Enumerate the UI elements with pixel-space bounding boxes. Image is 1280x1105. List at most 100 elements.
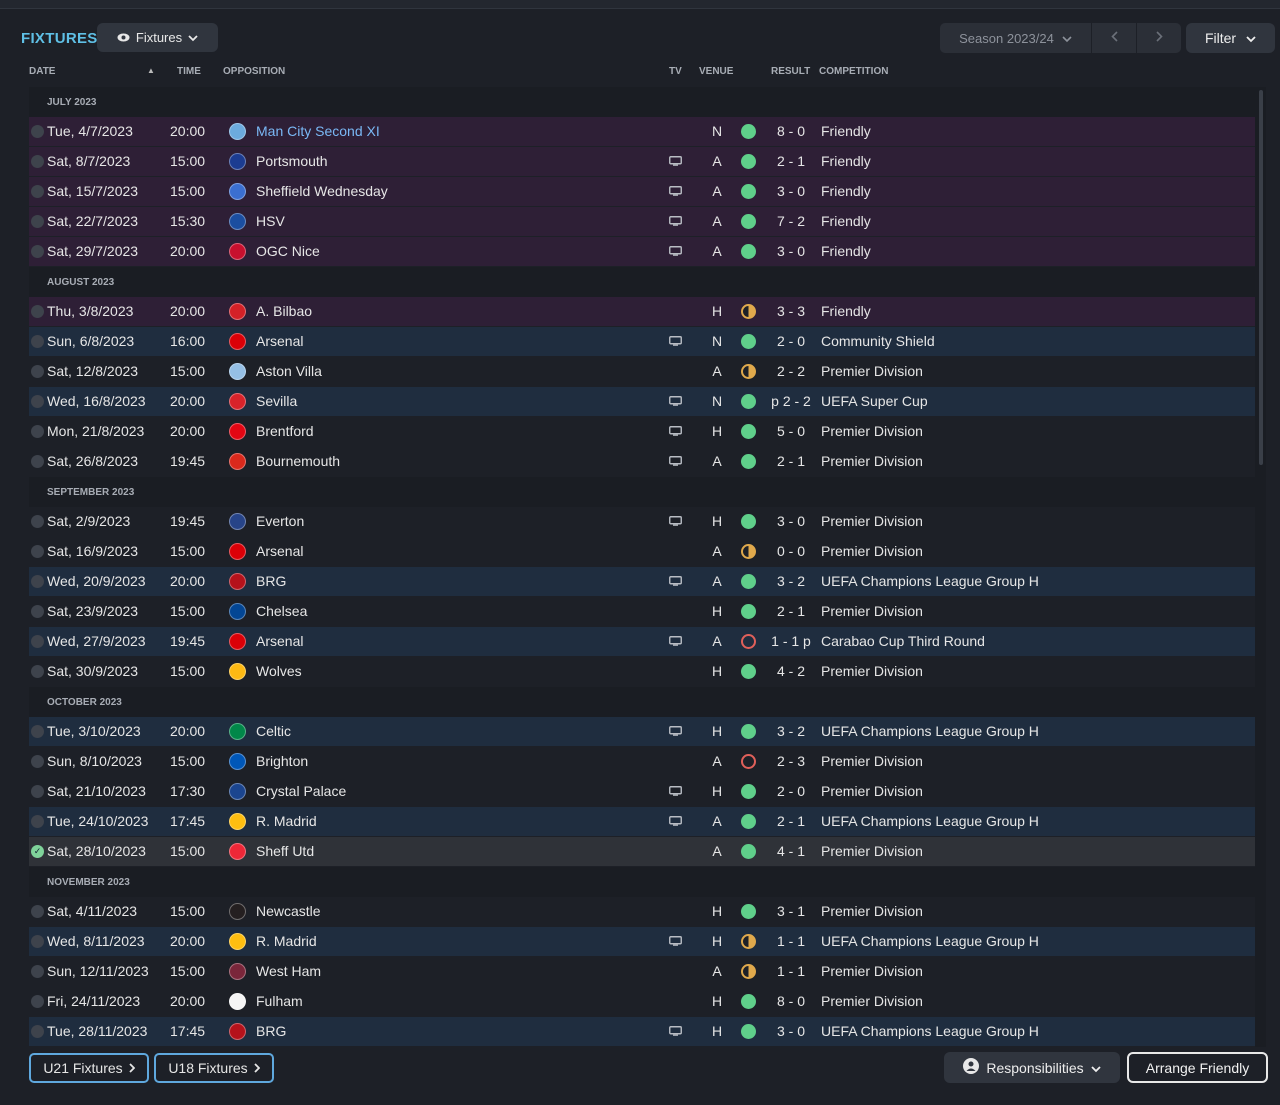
competition-name[interactable]: Community Shield [821, 327, 935, 356]
competition-name[interactable]: UEFA Champions League Group H [821, 807, 1039, 836]
opposition-name[interactable]: Bournemouth [256, 447, 340, 476]
competition-name[interactable]: Premier Division [821, 777, 923, 806]
score[interactable]: p 2 - 2 [765, 387, 817, 416]
competition-name[interactable]: Friendly [821, 237, 871, 266]
competition-name[interactable]: UEFA Champions League Group H [821, 717, 1039, 746]
previous-season-button[interactable] [1092, 23, 1136, 53]
fixture-row[interactable]: ✓ Sat, 28/10/2023 15:00 Sheff Utd A 4 - 1 Prem… [29, 837, 1255, 867]
competition-name[interactable]: Premier Division [821, 657, 923, 686]
responsibilities-button[interactable]: Responsibilities [944, 1052, 1120, 1083]
opposition-name[interactable]: Arsenal [256, 327, 303, 356]
fixture-row[interactable]: Sat, 16/9/2023 15:00 Arsenal A 0 - 0 Premier … [29, 537, 1255, 567]
score[interactable]: 4 - 1 [765, 837, 817, 866]
opposition-name[interactable]: Sheffield Wednesday [256, 177, 388, 206]
competition-name[interactable]: Premier Division [821, 507, 923, 536]
competition-name[interactable]: Friendly [821, 177, 871, 206]
opposition-name[interactable]: BRG [256, 567, 286, 596]
score[interactable]: 2 - 1 [765, 597, 817, 626]
opposition-name[interactable]: Celtic [256, 717, 291, 746]
score[interactable]: 4 - 2 [765, 657, 817, 686]
opposition-name[interactable]: Arsenal [256, 537, 303, 566]
fixture-row[interactable]: Wed, 16/8/2023 20:00 Sevilla Np 2 - 2 UEFA S… [29, 387, 1255, 417]
opposition-name[interactable]: A. Bilbao [256, 297, 312, 326]
season-selector[interactable]: Season 2023/24 [940, 23, 1091, 53]
fixture-row[interactable]: Wed, 20/9/2023 20:00 BRG A 3 - 2 UEFA Champio… [29, 567, 1255, 597]
score[interactable]: 8 - 0 [765, 987, 817, 1016]
opposition-name[interactable]: Newcastle [256, 897, 321, 926]
score[interactable]: 1 - 1 p [765, 627, 817, 656]
opposition-name[interactable]: Chelsea [256, 597, 307, 626]
fixture-row[interactable]: Tue, 3/10/2023 20:00 Celtic H 3 - 2 UEFA Cham… [29, 717, 1255, 747]
fixture-row[interactable]: Sat, 29/7/2023 20:00 OGC Nice A 3 - 0 Friendl… [29, 237, 1255, 267]
fixture-row[interactable]: Tue, 28/11/2023 17:45 BRG H 3 - 0 UEFA Champi… [29, 1017, 1255, 1047]
fixture-row[interactable]: Sat, 30/9/2023 15:00 Wolves H 4 - 2 Premier D… [29, 657, 1255, 687]
competition-name[interactable]: UEFA Super Cup [821, 387, 928, 416]
competition-name[interactable]: UEFA Champions League Group H [821, 567, 1039, 596]
fixture-row[interactable]: Tue, 4/7/2023 20:00 Man City Second XI N 8 -… [29, 117, 1255, 147]
score[interactable]: 2 - 1 [765, 147, 817, 176]
opposition-name[interactable]: Man City Second XI [256, 117, 380, 146]
fixture-row[interactable]: Mon, 21/8/2023 20:00 Brentford H 5 - 0 Premie… [29, 417, 1255, 447]
competition-name[interactable]: Friendly [821, 207, 871, 236]
opposition-name[interactable]: R. Madrid [256, 927, 317, 956]
next-season-button[interactable] [1137, 23, 1181, 53]
competition-name[interactable]: Premier Division [821, 357, 923, 386]
score[interactable]: 1 - 1 [765, 957, 817, 986]
opposition-name[interactable]: Sevilla [256, 387, 297, 416]
score[interactable]: 3 - 1 [765, 897, 817, 926]
opposition-name[interactable]: West Ham [256, 957, 321, 986]
scrollbar[interactable] [1259, 90, 1263, 465]
fixture-row[interactable]: Fri, 24/11/2023 20:00 Fulham H 8 - 0 Premier … [29, 987, 1255, 1017]
competition-name[interactable]: Carabao Cup Third Round [821, 627, 985, 656]
score[interactable]: 5 - 0 [765, 417, 817, 446]
u21-fixtures-button[interactable]: U21 Fixtures [29, 1053, 149, 1083]
fixture-row[interactable]: Sat, 8/7/2023 15:00 Portsmouth A 2 - 1 Friend… [29, 147, 1255, 177]
competition-name[interactable]: UEFA Champions League Group H [821, 1017, 1039, 1046]
sort-ascending-icon[interactable]: ▲ [147, 66, 155, 75]
fixture-row[interactable]: Sat, 22/7/2023 15:30 HSV A 7 - 2 Friendly [29, 207, 1255, 237]
view-selector-button[interactable]: Fixtures [97, 23, 218, 52]
score[interactable]: 3 - 0 [765, 177, 817, 206]
score[interactable]: 2 - 1 [765, 447, 817, 476]
opposition-name[interactable]: Everton [256, 507, 304, 536]
column-header-venue[interactable]: VENUE [699, 66, 733, 77]
opposition-name[interactable]: Brentford [256, 417, 314, 446]
score[interactable]: 2 - 1 [765, 807, 817, 836]
competition-name[interactable]: Premier Division [821, 537, 923, 566]
competition-name[interactable]: Premier Division [821, 957, 923, 986]
fixture-row[interactable]: Thu, 3/8/2023 20:00 A. Bilbao H 3 - 3 Friendl… [29, 297, 1255, 327]
opposition-name[interactable]: R. Madrid [256, 807, 317, 836]
fixture-row[interactable]: Sat, 21/10/2023 17:30 Crystal Palace H 2 - 0… [29, 777, 1255, 807]
score[interactable]: 3 - 2 [765, 567, 817, 596]
opposition-name[interactable]: Crystal Palace [256, 777, 346, 806]
score[interactable]: 7 - 2 [765, 207, 817, 236]
competition-name[interactable]: Premier Division [821, 837, 923, 866]
fixture-row[interactable]: Sun, 8/10/2023 15:00 Brighton A 2 - 3 Premier… [29, 747, 1255, 777]
opposition-name[interactable]: Arsenal [256, 627, 303, 656]
score[interactable]: 2 - 0 [765, 777, 817, 806]
column-header-competition[interactable]: COMPETITION [819, 66, 888, 77]
opposition-name[interactable]: Fulham [256, 987, 303, 1016]
fixture-row[interactable]: Wed, 27/9/2023 19:45 Arsenal A 1 - 1 p Caraba… [29, 627, 1255, 657]
column-header-date[interactable]: DATE [29, 66, 55, 77]
competition-name[interactable]: Premier Division [821, 597, 923, 626]
fixture-row[interactable]: Sun, 6/8/2023 16:00 Arsenal N 2 - 0 Community… [29, 327, 1255, 357]
fixture-row[interactable]: Sun, 12/11/2023 15:00 West Ham A 1 - 1 Premie… [29, 957, 1255, 987]
opposition-name[interactable]: BRG [256, 1017, 286, 1046]
score[interactable]: 3 - 0 [765, 1017, 817, 1046]
opposition-name[interactable]: OGC Nice [256, 237, 320, 266]
score[interactable]: 8 - 0 [765, 117, 817, 146]
competition-name[interactable]: Friendly [821, 117, 871, 146]
score[interactable]: 2 - 3 [765, 747, 817, 776]
fixture-row[interactable]: Sat, 26/8/2023 19:45 Bournemouth A 2 - 1 Prem… [29, 447, 1255, 477]
competition-name[interactable]: Premier Division [821, 747, 923, 776]
fixture-row[interactable]: Sat, 12/8/2023 15:00 Aston Villa A 2 - 2 Prem… [29, 357, 1255, 387]
column-header-result[interactable]: RESULT [771, 66, 810, 77]
opposition-name[interactable]: Sheff Utd [256, 837, 314, 866]
opposition-name[interactable]: Portsmouth [256, 147, 328, 176]
fixture-row[interactable]: Sat, 15/7/2023 15:00 Sheffield Wednesday A 3… [29, 177, 1255, 207]
score[interactable]: 1 - 1 [765, 927, 817, 956]
fixture-row[interactable]: Tue, 24/10/2023 17:45 R. Madrid A 2 - 1 UEFA … [29, 807, 1255, 837]
competition-name[interactable]: UEFA Champions League Group H [821, 927, 1039, 956]
fixture-row[interactable]: Sat, 23/9/2023 15:00 Chelsea H 2 - 1 Premier … [29, 597, 1255, 627]
